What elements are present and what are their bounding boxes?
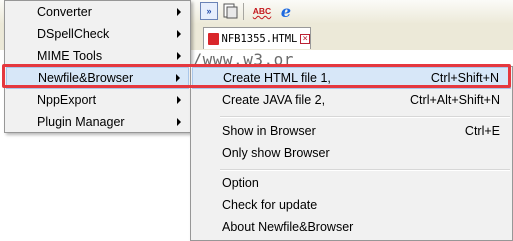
menu-item-create-java-file[interactable]: Create JAVA file 2, Ctrl+Alt+Shift+N <box>192 89 511 111</box>
menu-item-only-show-browser[interactable]: Only show Browser <box>192 142 511 164</box>
unsaved-file-icon <box>208 32 219 45</box>
submenu-arrow-icon <box>177 118 181 126</box>
menu-item-label: MIME Tools <box>37 49 103 63</box>
submenu-arrow-icon <box>176 74 180 82</box>
menu-item-label: Converter <box>37 5 92 19</box>
menu-item-label: Option <box>222 176 259 190</box>
tab-filename: NFB1355.HTML <box>221 32 298 45</box>
page-icon[interactable] <box>221 2 239 20</box>
menu-item-about-newfile-browser[interactable]: About Newfile&Browser <box>192 216 511 238</box>
menu-item-label: Create JAVA file 2, <box>222 93 326 107</box>
menu-item-label: About Newfile&Browser <box>222 220 354 234</box>
newfile-browser-submenu: Create HTML file 1, Ctrl+Shift+N Create … <box>190 66 513 241</box>
menu-item-nppexport[interactable]: NppExport <box>6 89 189 111</box>
menu-item-label: Check for update <box>222 198 318 212</box>
forward-icon[interactable]: » <box>200 2 218 20</box>
menu-item-label: Create HTML file 1, <box>223 71 331 85</box>
menu-item-label: DSpellCheck <box>37 27 110 41</box>
toolbar-separator <box>243 3 244 20</box>
menu-item-option[interactable]: Option <box>192 172 511 194</box>
document-tab[interactable]: NFB1355.HTML × <box>203 27 311 49</box>
menu-item-shortcut: Ctrl+E <box>464 124 500 138</box>
menu-item-label: Only show Browser <box>222 146 330 160</box>
menu-item-shortcut: Ctrl+Alt+Shift+N <box>410 93 500 107</box>
spellcheck-icon[interactable]: ABC <box>251 2 273 20</box>
menu-item-label: Show in Browser <box>222 124 316 138</box>
menu-separator <box>220 169 510 171</box>
menu-item-shortcut: Ctrl+Shift+N <box>430 71 499 85</box>
submenu-arrow-icon <box>177 52 181 60</box>
menu-item-create-html-file[interactable]: Create HTML file 1, Ctrl+Shift+N <box>192 67 511 89</box>
menu-item-label: NppExport <box>37 93 97 107</box>
menu-item-converter[interactable]: Converter <box>6 1 189 23</box>
menu-item-newfile-browser[interactable]: Newfile&Browser <box>6 67 189 89</box>
menu-item-plugin-manager[interactable]: Plugin Manager <box>6 111 189 133</box>
menu-item-show-in-browser[interactable]: Show in Browser Ctrl+E <box>192 120 511 142</box>
close-tab-icon[interactable]: × <box>300 33 310 44</box>
menu-separator <box>220 116 510 118</box>
menu-item-dspellcheck[interactable]: DSpellCheck <box>6 23 189 45</box>
submenu-arrow-icon <box>177 30 181 38</box>
submenu-arrow-icon <box>177 8 181 16</box>
browser-icon[interactable]: e <box>277 2 295 21</box>
submenu-arrow-icon <box>177 96 181 104</box>
menu-item-label: Newfile&Browser <box>38 71 134 85</box>
plugins-menu: Converter DSpellCheck MIME Tools Newfile… <box>4 0 191 133</box>
menu-item-check-for-update[interactable]: Check for update <box>192 194 511 216</box>
menu-item-mime-tools[interactable]: MIME Tools <box>6 45 189 67</box>
menu-item-label: Plugin Manager <box>37 115 125 129</box>
